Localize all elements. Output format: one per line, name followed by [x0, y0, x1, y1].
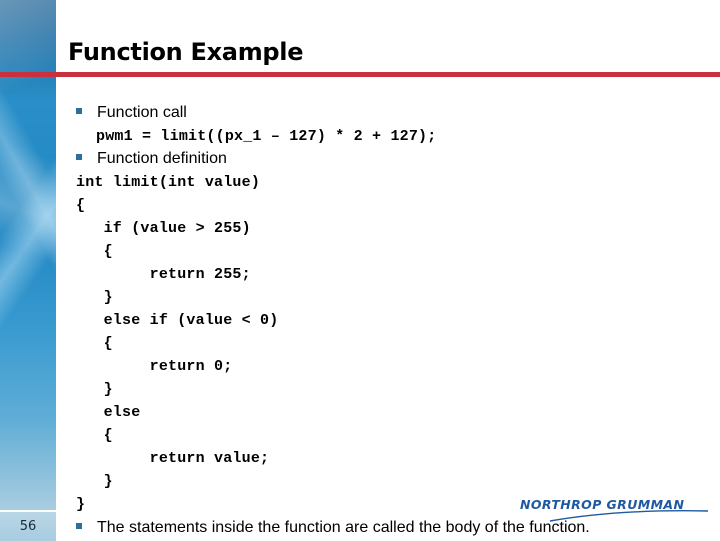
bullet-function-definition: Function definition [76, 150, 227, 168]
code-line: } [76, 473, 113, 490]
code-line: return 255; [76, 266, 251, 283]
code-line: } [76, 381, 113, 398]
page-number: 56 [19, 519, 37, 534]
logo-swoosh-icon [549, 510, 709, 522]
code-line: { [76, 335, 113, 352]
code-line: else if (value < 0) [76, 312, 279, 329]
code-line: { [76, 243, 113, 260]
code-line: int limit(int value) [76, 174, 261, 191]
bullet-function-body-note: The statements inside the function are c… [76, 519, 590, 537]
code-line: { [76, 197, 86, 214]
bullet-icon [76, 153, 82, 160]
slide-title: Function Example [68, 38, 304, 66]
title-divider [0, 72, 720, 77]
code-line: { [76, 427, 113, 444]
bullet-text: Function call [97, 104, 187, 121]
code-line: } [76, 289, 113, 306]
code-line: if (value > 255) [76, 220, 251, 237]
code-line: return 0; [76, 358, 233, 375]
bullet-function-call: Function call [76, 104, 187, 122]
bullet-icon [76, 522, 82, 529]
code-line: else [76, 404, 141, 421]
bullet-text: Function definition [97, 150, 227, 167]
code-line: } [76, 496, 86, 513]
bullet-text: The statements inside the function are c… [97, 519, 590, 536]
code-function-call: pwm1 = limit((px_1 – 127) * 2 + 127); [96, 128, 437, 145]
code-line: return value; [76, 450, 270, 467]
bullet-icon [76, 107, 82, 114]
northrop-grumman-logo: NORTHROP GRUMMAN [520, 497, 710, 523]
